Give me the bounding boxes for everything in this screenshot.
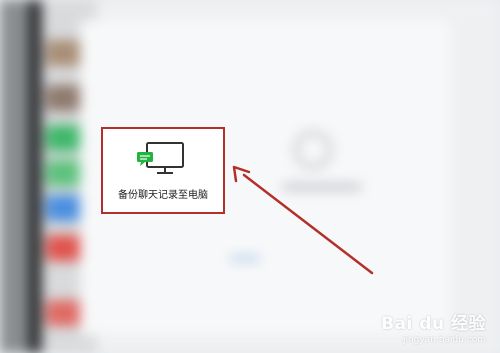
watermark-brand: Bai du 经验 [381, 314, 486, 334]
baidu-jingyan-watermark: Bai du 经验 jingyan.baidu.com [381, 309, 486, 345]
sidebar-strip [28, 0, 42, 353]
blurred-background [0, 0, 500, 353]
backup-to-pc-button[interactable]: 备份聊天记录至电脑 [101, 127, 225, 214]
watermark-url: jingyan.baidu.com [402, 335, 486, 345]
restore-icon [293, 130, 333, 170]
backup-to-pc-label: 备份聊天记录至电脑 [118, 190, 208, 201]
monitor-chat-icon [137, 142, 184, 174]
sidebar-rail [0, 0, 28, 353]
dialog-link [230, 256, 260, 261]
restore-label [282, 183, 362, 191]
